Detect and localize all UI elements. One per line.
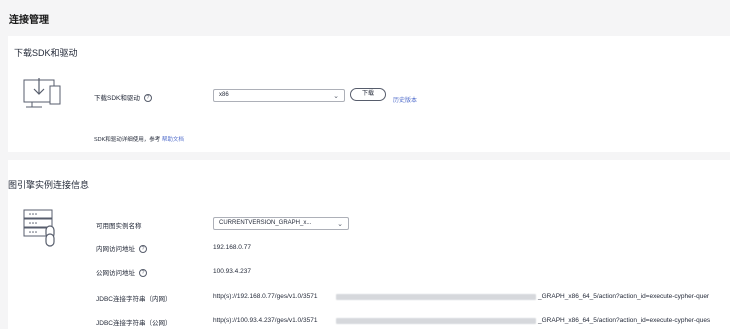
sdk-arch-select-value: x86 bbox=[219, 92, 229, 98]
chevron-down-icon: ⌄ bbox=[337, 221, 343, 228]
jdbc-private-prefix: http(s)://192.168.0.77/ges/v1.0/3571 bbox=[213, 293, 318, 300]
public-address-label: 公网访问地址? bbox=[96, 267, 147, 278]
page-title: 连接管理 bbox=[9, 15, 49, 26]
private-address-value: 192.168.0.77 bbox=[213, 244, 251, 251]
private-address-label: 内网访问地址? bbox=[96, 243, 147, 254]
help-doc-link[interactable]: 帮助文档 bbox=[162, 137, 184, 143]
sdk-field-label: 下载SDK和驱动? bbox=[94, 92, 152, 103]
sdk-download-card: 下载SDK和驱动 下载SDK和驱动? x86 ⌄ 下载 历史版本 SDK和驱动详… bbox=[8, 36, 730, 152]
download-button[interactable]: 下载 bbox=[350, 88, 386, 101]
chevron-down-icon: ⌄ bbox=[333, 93, 339, 100]
connection-section-title: 图引擎实例连接信息 bbox=[8, 180, 90, 190]
jdbc-public-prefix: http(s)://100.93.4.237/ges/v1.0/3571 bbox=[213, 317, 318, 324]
redacted-block bbox=[336, 318, 536, 324]
question-circle-icon[interactable]: ? bbox=[143, 94, 152, 103]
jdbc-public-suffix: _GRAPH_x86_64_5/action?action_id=execute… bbox=[538, 317, 711, 324]
question-circle-icon[interactable]: ? bbox=[139, 245, 147, 254]
history-version-link[interactable]: 历史版本 bbox=[393, 95, 417, 104]
jdbc-private-label: JDBC连接字符串（内网） bbox=[96, 296, 172, 303]
public-address-value: 100.93.4.237 bbox=[213, 268, 251, 275]
connection-info-card: 图引擎实例连接信息 可用图实例名称 CURRENTVERSION_GRAPH_x… bbox=[8, 160, 730, 329]
instance-label: 可用图实例名称 bbox=[96, 223, 142, 230]
jdbc-public-label: JDBC连接字符串（公网） bbox=[96, 320, 172, 327]
server-link-icon bbox=[23, 209, 55, 247]
instance-select-value: CURRENTVERSION_GRAPH_x... bbox=[219, 220, 312, 226]
download-monitor-icon bbox=[23, 78, 61, 108]
redacted-block bbox=[336, 294, 536, 300]
jdbc-private-suffix: _GRAPH_x86_64_5/action?action_id=execute… bbox=[538, 293, 710, 300]
sdk-section-title: 下载SDK和驱动 bbox=[14, 48, 78, 58]
question-circle-icon[interactable]: ? bbox=[139, 269, 147, 278]
instance-select[interactable]: CURRENTVERSION_GRAPH_x... ⌄ bbox=[213, 217, 349, 230]
sdk-arch-select[interactable]: x86 ⌄ bbox=[213, 89, 345, 102]
sdk-note: SDK和驱动详细使用，参考 帮助文档 bbox=[94, 137, 184, 143]
